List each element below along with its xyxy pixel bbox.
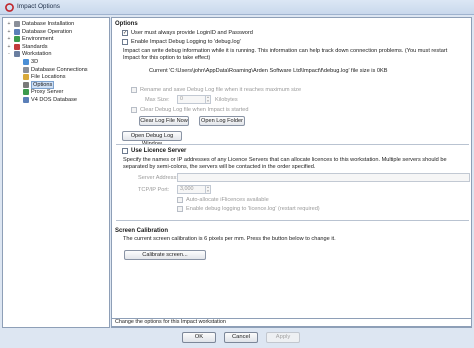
collapse-icon[interactable]: - [6, 51, 12, 57]
clear-log-now-button[interactable]: Clear Log File Now [139, 116, 189, 126]
debug-info-text: Impact can write debug information while… [123, 48, 448, 61]
tcp-port-input[interactable]: 3,000 ▲ ▼ [177, 185, 211, 194]
open-debug-log-window-button[interactable]: Open Debug Log Window [122, 131, 182, 147]
login-label: User must always provide LoginID and Pas… [131, 30, 253, 36]
calibrate-screen-button[interactable]: Calibrate screen... [124, 250, 206, 260]
debug-log-path: Current 'C:\Users\john\AppData\Roaming\A… [149, 68, 388, 74]
open-log-folder-button[interactable]: Open Log Folder [199, 116, 245, 126]
tcp-port-label: TCP/IP Port: [138, 187, 170, 193]
section-divider [116, 144, 469, 145]
debug-logging-label: Enable Impact Debug Logging to 'debug.lo… [131, 39, 241, 45]
server-address-input[interactable] [177, 173, 470, 182]
max-size-input[interactable]: 0 ▲ ▼ [177, 95, 211, 104]
tree-node-icon [14, 36, 20, 43]
tree-node-icon [23, 66, 29, 73]
tcp-port-value: 3,000 [180, 186, 194, 192]
tree-node-icon [14, 51, 20, 58]
ok-button[interactable]: OK [182, 332, 216, 343]
options-tree: + Database Installation + Database Operatio… [2, 17, 110, 328]
debug-logging-checkbox[interactable] [122, 39, 128, 45]
status-text: Change the options for this Impact works… [115, 319, 226, 325]
max-size-label: Max Size: [145, 97, 170, 103]
expand-icon[interactable]: + [6, 44, 12, 50]
window-title: Impact Options [17, 3, 60, 10]
licence-server-checkbox[interactable] [122, 148, 128, 154]
tree-node-icon [14, 21, 20, 27]
tree-node-icon [23, 74, 29, 81]
login-checkbox[interactable]: ✓ [122, 30, 128, 36]
options-content: Options ✓ User must always provide Login… [111, 17, 472, 328]
server-address-label: Server Address: [138, 175, 178, 181]
options-heading: Options [115, 21, 138, 27]
rename-log-checkbox[interactable] [131, 87, 137, 93]
apply-button[interactable]: Apply [266, 332, 300, 343]
cancel-button[interactable]: Cancel [224, 332, 258, 343]
tree-node-icon [23, 81, 29, 88]
auto-allocate-label: Auto-allocate iFlicences available [186, 197, 269, 203]
licence-server-label: Use Licence Server [131, 148, 187, 154]
max-size-unit: Kilobytes [215, 97, 238, 103]
tree-node-icon [23, 89, 29, 96]
max-size-spinner[interactable]: ▲ ▼ [205, 95, 210, 103]
rename-log-label: Rename and save Debug Log file when it r… [140, 87, 302, 93]
tree-node-icon [23, 59, 29, 65]
tcp-port-spinner[interactable]: ▲ ▼ [205, 185, 210, 193]
licence-debug-label: Enable debug logging to 'licence.log' (r… [186, 206, 320, 212]
app-logo-icon [5, 3, 14, 12]
tree-item-label: V4 DOS Database [31, 97, 78, 103]
status-bar: Change the options for this Impact works… [111, 318, 472, 327]
clear-on-start-checkbox[interactable] [131, 107, 137, 113]
clear-on-start-label: Clear Debug Log file when Impact is star… [140, 107, 249, 113]
calibration-heading: Screen Calibration [115, 228, 169, 234]
auto-allocate-checkbox[interactable] [177, 197, 183, 203]
section-divider-2 [116, 220, 469, 221]
expand-icon[interactable]: + [6, 21, 12, 27]
tree-node-icon [14, 43, 20, 50]
max-size-value: 0 [180, 96, 183, 102]
calibration-text: The current screen calibration is 6 pixe… [123, 236, 336, 242]
tree-node-icon [23, 97, 29, 103]
expand-icon[interactable]: + [6, 36, 12, 42]
licence-description: Specify the names or IP addresses of any… [123, 157, 447, 170]
licence-debug-checkbox[interactable] [177, 206, 183, 212]
title-bar: Impact Options [0, 0, 474, 15]
tree-node-icon [14, 28, 20, 35]
expand-icon[interactable]: + [6, 29, 12, 35]
